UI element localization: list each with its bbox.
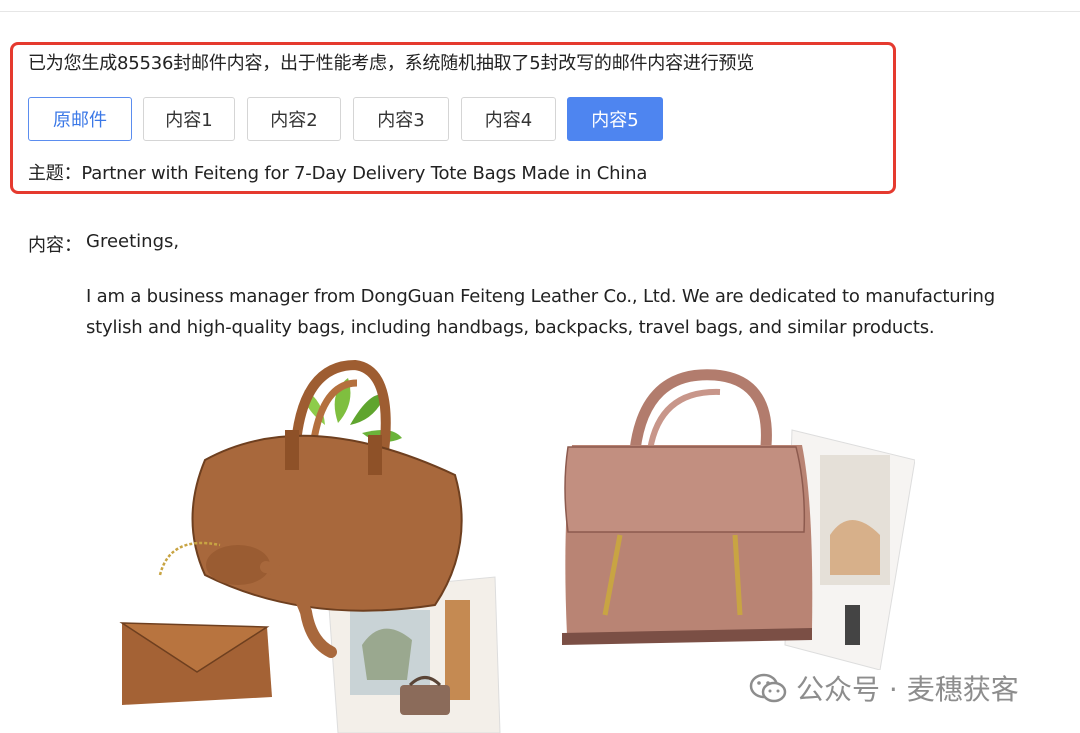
tab-content-4[interactable]: 内容4 [461,97,556,141]
wechat-icon [749,673,787,703]
subject-label: 主题： [28,163,82,184]
email-subject: 主题：Partner with Feiteng for 7-Day Delive… [28,159,647,185]
brown-bags-product-photo [119,359,501,733]
tab-content-1[interactable]: 内容1 [143,97,235,141]
tab-original-email[interactable]: 原邮件 [28,97,132,141]
top-divider [0,11,1080,12]
email-greeting: Greetings, [86,231,180,252]
wechat-watermark: 公众号 · 麦穗获客 [748,668,1019,708]
tab-content-3[interactable]: 内容3 [353,97,449,141]
email-body-paragraph: I am a business manager from DongGuan Fe… [86,286,995,338]
watermark-text: 公众号 · 麦穗获客 [796,673,1019,706]
content-label: 内容： [28,235,82,256]
subject-value: Partner with Feiteng for 7-Day Delivery … [81,163,648,184]
tab-content-2[interactable]: 内容2 [247,97,341,141]
clutch-bag [119,622,272,705]
tab-content-5[interactable]: 内容5 [567,97,663,141]
pink-tote-product-photo [562,369,915,670]
generation-summary: 已为您生成85536封邮件内容，出于性能考虑，系统随机抽取了5封改写的邮件内容进… [28,53,755,74]
